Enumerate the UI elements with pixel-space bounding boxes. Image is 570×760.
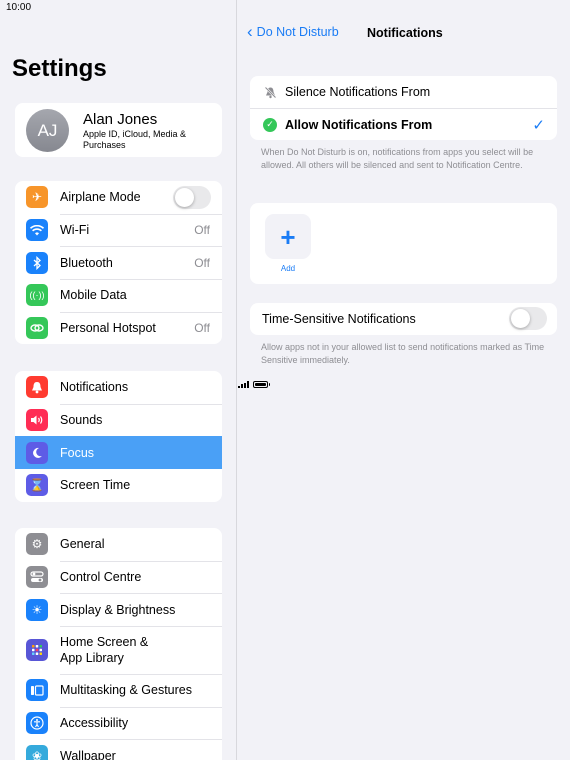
switches-icon [26,566,48,589]
allowed-apps-card: + Add [250,203,557,284]
sidebar-item-label: Personal Hotspot [60,321,156,336]
plus-icon: + [280,221,296,252]
add-app-button[interactable]: + [265,214,311,259]
moon-icon [26,441,48,464]
sidebar-item-personal-hotspot[interactable]: Personal Hotspot Off [15,311,222,345]
bluetooth-value: Off [194,255,210,270]
sidebar-item-notifications[interactable]: Notifications [15,371,222,404]
sidebar-item-label: Notifications [60,380,129,395]
sidebar-item-accessibility[interactable]: Accessibility [15,706,222,740]
hourglass-icon: ⌛ [26,474,48,497]
sidebar-item-sounds[interactable]: Sounds [15,403,222,437]
sidebar-item-multitasking[interactable]: Multitasking & Gestures [15,674,222,707]
flower-icon: ❀ [26,744,48,760]
add-label: Add [280,264,296,273]
chevron-left-icon: ‹ [247,22,253,41]
airplane-mode-toggle[interactable] [173,185,211,209]
checkmark-icon: ✓ [532,116,545,134]
wifi-icon [26,219,48,242]
speaker-icon [26,409,48,432]
bell-slash-icon [263,85,277,99]
option-allow-notifications[interactable]: ✓ Allow Notifications From ✓ [250,108,557,140]
bell-icon [26,376,48,399]
sidebar-item-label: Screen Time [60,478,131,493]
gear-icon: ⚙ [26,533,48,556]
sidebar-item-home-screen[interactable]: Home Screen & App Library [15,626,222,674]
profile-name: Alan Jones [83,111,158,128]
sidebar-item-display-brightness[interactable]: ☀ Display & Brightness [15,593,222,626]
sidebar-item-bluetooth[interactable]: Bluetooth Off [15,246,222,279]
label-line-2: App Library [60,651,124,666]
multitasking-icon [26,679,48,702]
hotspot-value: Off [194,321,210,336]
sidebar-item-label: Wallpaper [60,748,116,760]
back-label: Do Not Disturb [256,25,339,39]
sidebar-item-general[interactable]: ⚙ General [15,528,222,561]
wifi-value: Off [194,223,210,238]
back-button[interactable]: ‹ Do Not Disturb [247,22,339,41]
settings-group-notifications: Notifications Sounds Focus ⌛ Screen Time [15,371,222,502]
settings-group-general: ⚙ General Control Centre ☀ Display & Bri… [15,528,222,760]
sidebar-item-label: General [60,537,105,552]
sidebar-item-label: Multitasking & Gestures [60,683,192,698]
grid-icon [26,639,48,662]
sidebar-item-label: Bluetooth [60,255,113,270]
profile-subtitle: Apple ID, iCloud, Media & Purchases [83,129,187,150]
time-sensitive-note: Allow apps not in your allowed list to s… [261,342,545,365]
detail-pane: ‹ Do Not Disturb Notifications Silence N… [238,0,570,760]
option-label: Allow Notifications From [285,117,433,132]
accessibility-icon [26,712,48,735]
sidebar-item-airplane-mode[interactable]: ✈ Airplane Mode [15,181,222,214]
sidebar-item-label: Home Screen & App Library [60,634,148,666]
settings-group-connectivity: ✈ Airplane Mode Wi-Fi Off Bluetooth Off … [15,181,222,345]
sidebar-item-screen-time[interactable]: ⌛ Screen Time [15,469,222,502]
airplane-icon: ✈ [26,186,48,209]
sidebar-item-label: Display & Brightness [60,602,176,617]
time-sensitive-row: Time-Sensitive Notifications [250,303,557,335]
sidebar-item-wifi[interactable]: Wi-Fi Off [15,213,222,247]
page-title: Settings [12,55,107,82]
nav-title: Notifications [367,26,443,40]
notification-options: Silence Notifications From ✓ Allow Notif… [250,76,557,140]
sidebar-item-mobile-data[interactable]: ((·)) Mobile Data [15,279,222,312]
sidebar-item-wallpaper[interactable]: ❀ Wallpaper [15,739,222,760]
option-silence-notifications[interactable]: Silence Notifications From [250,76,557,108]
sidebar-item-label: Sounds [60,413,103,428]
sidebar-item-label: Focus [60,445,95,460]
label-line-1: Home Screen & [60,635,149,650]
sidebar-item-label: Wi-Fi [60,223,90,238]
antenna-icon: ((·)) [26,284,48,307]
sidebar-item-label: Airplane Mode [60,190,141,205]
time-sensitive-toggle[interactable] [509,307,547,330]
sidebar-item-control-centre[interactable]: Control Centre [15,560,222,594]
sidebar-item-label: Mobile Data [60,288,127,303]
check-badge-icon: ✓ [263,117,277,132]
time-sensitive-label: Time-Sensitive Notifications [262,312,416,326]
profile-card[interactable]: AJ Alan Jones Apple ID, iCloud, Media & … [15,103,222,157]
hotspot-icon [26,317,48,340]
sidebar-item-focus[interactable]: Focus [15,436,222,470]
nav-bar: ‹ Do Not Disturb Notifications [238,22,570,46]
sidebar-item-label: Control Centre [60,570,142,585]
sidebar-item-label: Accessibility [60,716,129,731]
settings-sidebar: Settings AJ Alan Jones Apple ID, iCloud,… [0,0,237,760]
avatar: AJ [26,109,69,152]
option-label: Silence Notifications From [285,85,431,99]
sun-icon: ☀ [26,598,48,621]
allow-note: When Do Not Disturb is on, notifications… [261,147,534,170]
bluetooth-icon [26,251,48,274]
